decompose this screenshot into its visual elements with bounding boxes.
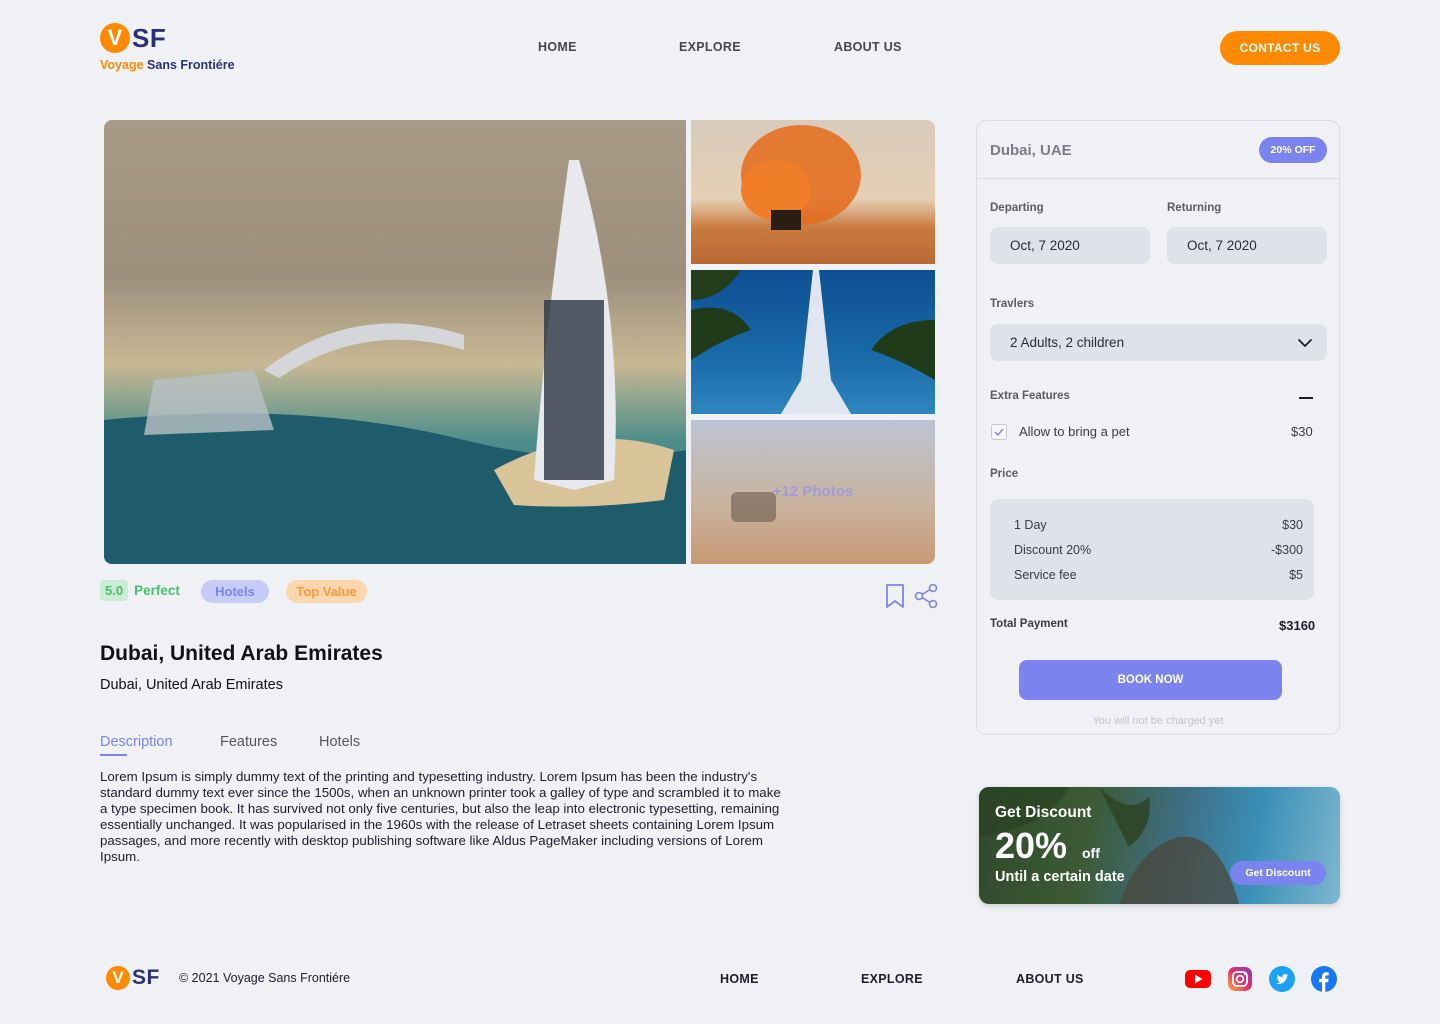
travelers-select[interactable]: 2 Adults, 2 children <box>990 324 1327 361</box>
share-icon <box>914 583 938 609</box>
brand-logo[interactable]: V SF Voyage Sans Frontiére <box>100 22 235 72</box>
price-row-label: Service fee <box>1014 568 1077 582</box>
nav-about[interactable]: ABOUT US <box>834 40 902 54</box>
twitter-icon <box>1269 966 1295 992</box>
description-text: Lorem Ipsum is simply dummy text of the … <box>100 769 781 864</box>
booking-location: Dubai, UAE <box>990 142 1072 159</box>
contact-us-button[interactable]: CONTACT US <box>1220 31 1340 65</box>
footer-logo[interactable]: V SF <box>106 966 160 990</box>
price-label: Price <box>990 468 1019 480</box>
travelers-value: 2 Adults, 2 children <box>1010 335 1125 350</box>
book-now-button[interactable]: BOOK NOW <box>1019 660 1282 700</box>
pet-option-label: Allow to bring a pet <box>1019 424 1130 439</box>
booking-card: Dubai, UAE 20% OFF Departing Returning O… <box>976 120 1340 735</box>
total-payment-label: Total Payment <box>990 618 1068 630</box>
footer-logo-mark-v: V <box>106 966 130 990</box>
destination-title: Dubai, United Arab Emirates <box>100 642 383 665</box>
returning-label: Returning <box>1167 202 1222 214</box>
price-row-value: -$300 <box>1271 543 1303 557</box>
main-photo[interactable] <box>104 120 686 564</box>
bookmark-icon <box>886 584 904 608</box>
gallery-more-photos[interactable]: +12 Photos <box>691 420 935 564</box>
nav-explore[interactable]: EXPLORE <box>679 40 741 54</box>
chevron-down-icon <box>1298 339 1312 347</box>
youtube-link[interactable] <box>1185 966 1211 992</box>
share-button[interactable] <box>913 583 939 609</box>
price-row-label: Discount 20% <box>1014 543 1092 557</box>
rating-label: Perfect <box>134 583 180 598</box>
facebook-link[interactable] <box>1311 966 1337 992</box>
price-breakdown: 1 Day $30 Discount 20% -$300 Service fee… <box>990 499 1314 600</box>
promo-off: off <box>1082 845 1100 861</box>
desert-dune-image <box>741 125 861 230</box>
logo-mark-v: V <box>100 23 130 53</box>
burj-al-arab-image <box>104 160 686 564</box>
instagram-icon <box>1228 967 1252 991</box>
get-discount-button[interactable]: Get Discount <box>1230 861 1326 885</box>
no-charge-note: You will not be charged yet <box>1092 715 1224 727</box>
more-photos-label: +12 Photos <box>772 483 854 500</box>
instagram-link[interactable] <box>1227 966 1253 992</box>
departing-label: Departing <box>990 202 1044 214</box>
price-row-value: $30 <box>1282 518 1303 532</box>
total-payment-value: $3160 <box>1279 618 1316 633</box>
brand-name-part1: Voyage <box>100 58 144 72</box>
tab-features[interactable]: Features <box>220 734 277 750</box>
travelers-label: Travlers <box>990 298 1035 310</box>
promo-percent: 20% <box>995 825 1068 866</box>
returning-date-field[interactable]: Oct, 7 2020 <box>1167 227 1327 264</box>
destination-subtitle: Dubai, United Arab Emirates <box>100 677 283 693</box>
brand-name: Voyage Sans Frontiére <box>100 58 235 72</box>
nav-home[interactable]: HOME <box>538 40 577 54</box>
collapse-minus-icon[interactable] <box>1299 397 1313 399</box>
active-tab-indicator <box>100 754 127 756</box>
discount-badge: 20% OFF <box>1259 137 1327 163</box>
footer-nav-about[interactable]: ABOUT US <box>1016 972 1084 986</box>
tab-description[interactable]: Description <box>100 734 173 750</box>
pet-option-price: $30 <box>1291 424 1313 439</box>
footer-logo-mark-sf: SF <box>132 966 160 989</box>
twitter-link[interactable] <box>1269 966 1295 992</box>
rating-score: 5.0 <box>100 580 129 601</box>
price-row-label: 1 Day <box>1014 518 1047 532</box>
footer-nav-explore[interactable]: EXPLORE <box>861 972 923 986</box>
footer-nav-home[interactable]: HOME <box>720 972 759 986</box>
gallery-photo-desert-quad[interactable] <box>691 120 935 264</box>
facebook-icon <box>1311 966 1337 992</box>
pet-checkbox[interactable] <box>991 424 1007 440</box>
booking-card-header: Dubai, UAE 20% OFF <box>977 121 1339 179</box>
logo-mark-sf: SF <box>132 22 167 53</box>
brand-name-part2: Sans Frontiére <box>147 58 235 72</box>
departing-date-field[interactable]: Oct, 7 2020 <box>990 227 1150 264</box>
gallery-photo-burj-khalifa[interactable] <box>691 270 935 414</box>
top-value-tag[interactable]: Top Value <box>286 580 367 603</box>
youtube-icon <box>1185 970 1211 988</box>
rating-tag: 5.0 Perfect <box>100 580 180 601</box>
copyright: © 2021 Voyage Sans Frontiére <box>179 971 351 985</box>
extra-features-label: Extra Features <box>990 390 1070 402</box>
promo-subline: Until a certain date <box>995 869 1125 885</box>
bookmark-button[interactable] <box>882 583 908 609</box>
burj-khalifa-image <box>691 270 935 414</box>
discount-banner: Get Discount 20% off Until a certain dat… <box>979 787 1340 904</box>
price-row-value: $5 <box>1289 568 1303 582</box>
promo-headline: Get Discount <box>995 804 1092 821</box>
check-icon <box>994 428 1004 437</box>
tab-hotels[interactable]: Hotels <box>319 734 360 750</box>
hotels-tag[interactable]: Hotels <box>201 580 269 603</box>
